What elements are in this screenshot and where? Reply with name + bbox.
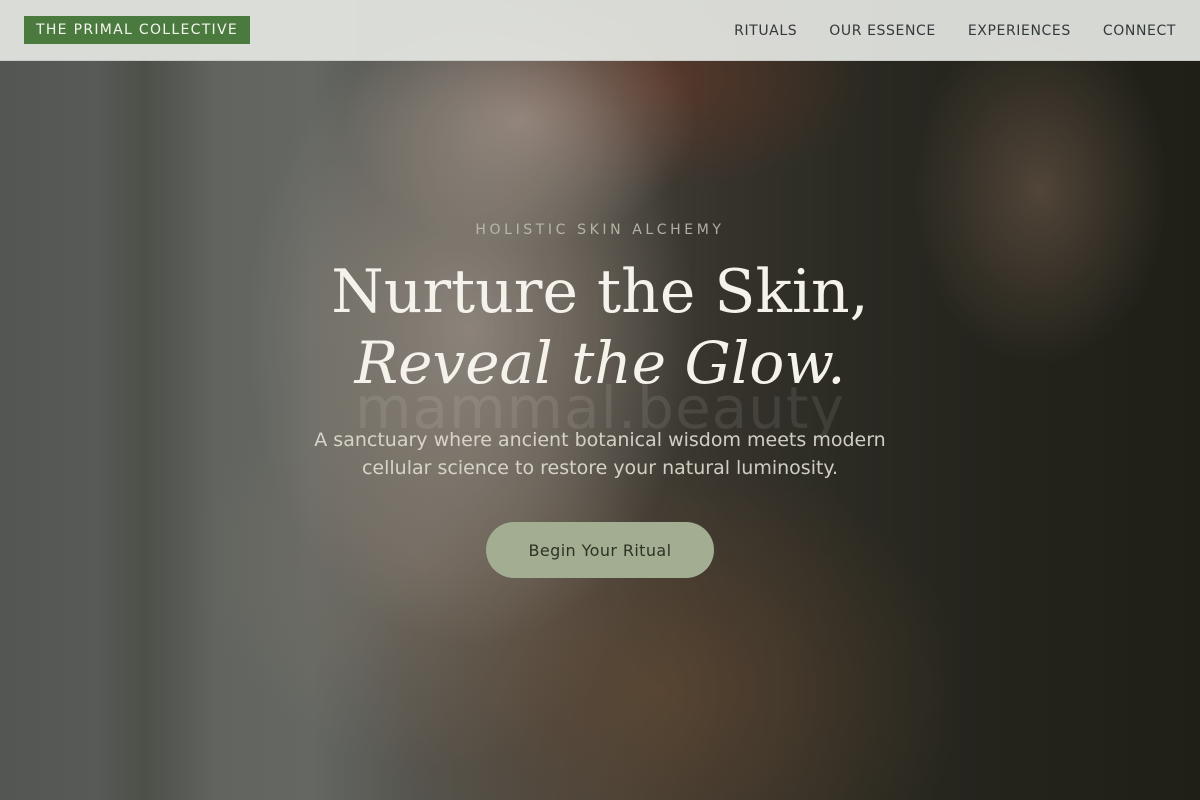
hero-headline-line1: Nurture the Skin, bbox=[331, 257, 869, 327]
hero-eyebrow: HOLISTIC SKIN ALCHEMY bbox=[475, 222, 725, 238]
hero-subtext: A sanctuary where ancient botanical wisd… bbox=[314, 429, 886, 479]
begin-ritual-button[interactable]: Begin Your Ritual bbox=[486, 522, 714, 578]
hero-section: HOLISTIC SKIN ALCHEMY Nurture the Skin, … bbox=[0, 0, 1200, 800]
